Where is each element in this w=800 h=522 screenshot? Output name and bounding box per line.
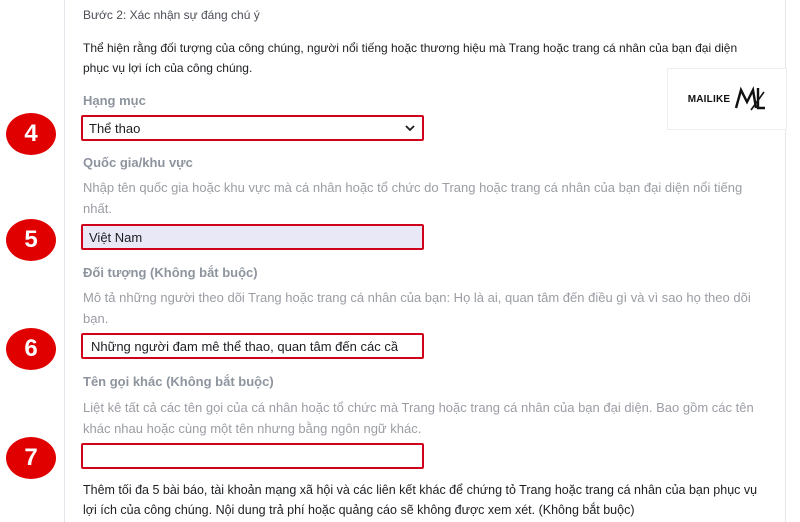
step-badge-7: 7: [6, 437, 56, 479]
category-label: Hạng mục: [83, 93, 146, 108]
country-value: Việt Nam: [89, 229, 143, 245]
ml-logo-icon: [735, 86, 766, 111]
alias-hint: Liệt kê tất cả các tên gọi của cá nhân h…: [83, 400, 754, 436]
step-badge-4: 4: [6, 113, 56, 155]
chevron-down-icon: [405, 125, 415, 132]
step-title: Bước 2: Xác nhận sự đáng chú ý: [83, 8, 260, 22]
country-input[interactable]: Việt Nam: [81, 224, 424, 250]
audience-input[interactable]: Những người đam mê thể thao, quan tâm đế…: [81, 333, 424, 359]
country-label: Quốc gia/khu vực: [83, 155, 193, 170]
verification-page: Bước 2: Xác nhận sự đáng chú ý Thể hiện …: [0, 0, 800, 522]
alias-input[interactable]: [81, 443, 424, 469]
step-badge-5: 5: [6, 219, 56, 261]
audience-value: Những người đam mê thể thao, quan tâm đế…: [91, 338, 399, 354]
mailike-logo: MAILIKE: [667, 68, 787, 130]
step-badge-6: 6: [6, 328, 56, 370]
logo-text: MAILIKE: [687, 93, 731, 105]
footer-description: Thêm tối đa 5 bài báo, tài khoản mạng xã…: [83, 483, 758, 517]
country-hint: Nhập tên quốc gia hoặc khu vực mà cá nhâ…: [83, 180, 743, 216]
audience-hint: Mô tả những người theo dõi Trang hoặc tr…: [83, 290, 751, 326]
step-description: Thể hiện rằng đối tượng của công chúng, …: [83, 41, 738, 75]
audience-label: Đối tượng (Không bắt buộc): [83, 265, 258, 280]
alias-label: Tên gọi khác (Không bắt buộc): [83, 374, 274, 389]
category-select[interactable]: Thể thao: [81, 115, 424, 141]
category-value: Thể thao: [89, 120, 141, 136]
